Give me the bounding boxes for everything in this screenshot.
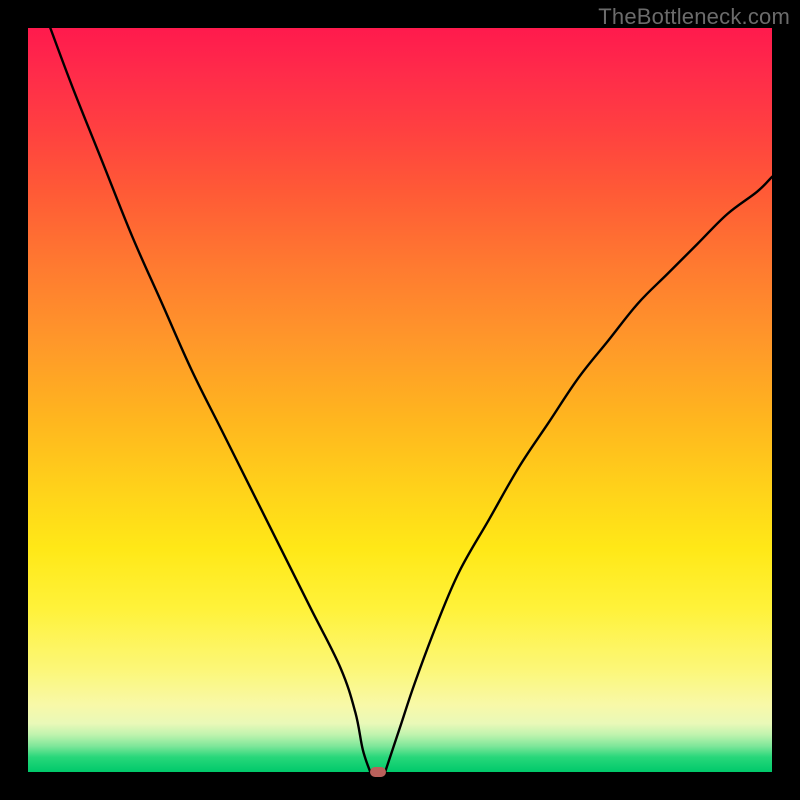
- plot-area: [28, 28, 772, 772]
- minimum-marker: [370, 767, 386, 777]
- bottleneck-curve: [28, 28, 772, 772]
- watermark-text: TheBottleneck.com: [598, 4, 790, 30]
- curve-path: [50, 28, 772, 772]
- outer-frame: TheBottleneck.com: [0, 0, 800, 800]
